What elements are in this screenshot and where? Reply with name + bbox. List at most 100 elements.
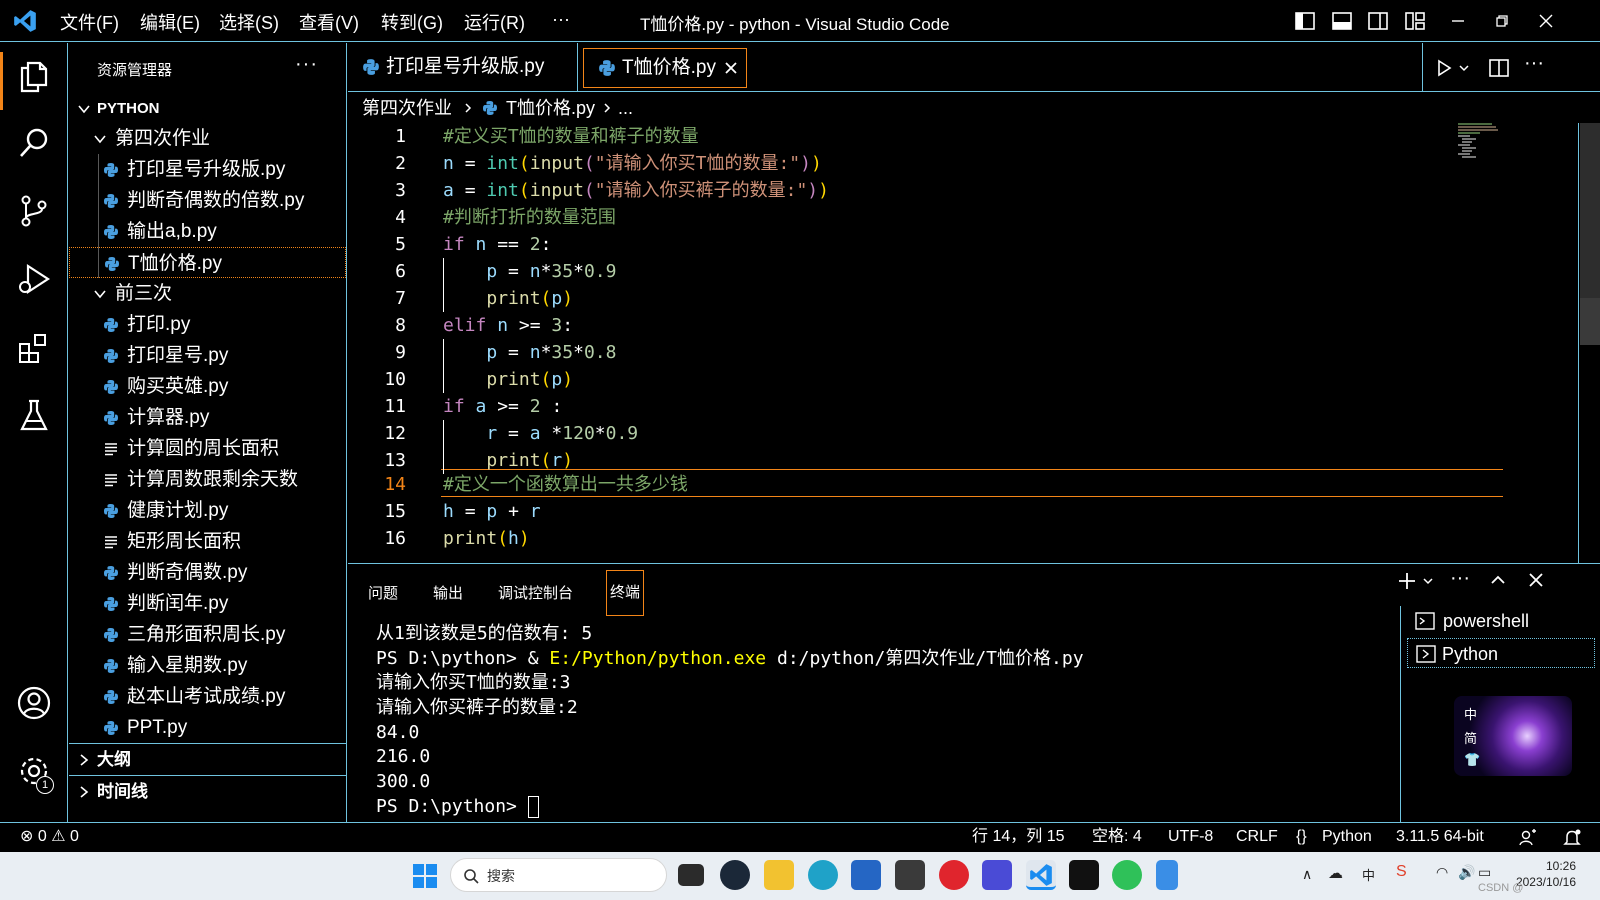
problems-indicator[interactable]: ⊗ 0 ⚠ 0	[20, 823, 79, 851]
wifi-icon[interactable]: ◠	[1436, 864, 1448, 881]
encoding[interactable]: UTF-8	[1168, 823, 1213, 851]
volume-icon[interactable]: 🔊	[1458, 864, 1475, 881]
sogou-icon[interactable]: S	[1396, 863, 1407, 881]
terminal-output[interactable]: 从1到该数是5的倍数有: 5 PS D:\python> & E:/Python…	[376, 622, 1396, 820]
explorer-icon[interactable]	[14, 55, 54, 95]
menu-selection[interactable]: 选择(S)	[219, 9, 279, 35]
tree-folder-homework4[interactable]: 第四次作业	[69, 123, 346, 154]
tree-file-item[interactable]: 赵本山考试成绩.py	[69, 681, 346, 712]
toggle-panel-icon[interactable]	[1331, 10, 1353, 32]
tree-file-item[interactable]: 计算圆的周长面积	[69, 433, 346, 464]
file-explorer-icon[interactable]	[764, 860, 794, 890]
new-terminal-icon[interactable]	[1396, 570, 1418, 592]
python-interpreter[interactable]: 3.11.5 64-bit	[1396, 823, 1484, 851]
ime-floating-widget[interactable]: 中 简 👕	[1454, 696, 1572, 776]
menu-edit[interactable]: 编辑(E)	[140, 9, 200, 35]
tree-root-python[interactable]: PYTHON	[69, 93, 346, 124]
outline-section[interactable]: 大纲	[69, 743, 346, 775]
vscode-taskbar-icon[interactable]	[1026, 860, 1056, 890]
tree-file-item[interactable]: 判断奇偶数.py	[69, 557, 346, 588]
tree-file-item[interactable]: 输入星期数.py	[69, 650, 346, 681]
end-of-line[interactable]: CRLF	[1236, 823, 1278, 851]
code-editor[interactable]: 1 2 3 4 5 6 7 8 9 10 11 12 13 14 15 16 #定义买T恤的数量和裤子的数量 …	[348, 123, 1600, 563]
steam-icon[interactable]	[720, 860, 750, 890]
netease-music-icon[interactable]	[939, 860, 969, 890]
tab-output[interactable]: 输出	[433, 580, 463, 608]
tree-file-item[interactable]: 计算器.py	[69, 402, 346, 433]
taskbar-search[interactable]: 搜索	[450, 858, 667, 892]
menu-run[interactable]: 运行(R)	[464, 9, 525, 35]
feedback-icon[interactable]	[1518, 828, 1538, 848]
customize-layout-icon[interactable]	[1404, 10, 1426, 32]
breadcrumb-more[interactable]: ...	[618, 93, 633, 123]
minimize-icon[interactable]	[1447, 10, 1469, 32]
tree-file-item[interactable]: 三角形面积周长.py	[69, 619, 346, 650]
tab-debug-console[interactable]: 调试控制台	[498, 580, 573, 608]
chevron-up-icon[interactable]: ∧	[1302, 866, 1312, 883]
task-view-icon[interactable]	[678, 864, 704, 886]
close-tab-icon[interactable]	[724, 61, 738, 75]
search-icon[interactable]	[14, 123, 54, 163]
tiktok-icon[interactable]	[1069, 860, 1099, 890]
indentation[interactable]: 空格: 4	[1092, 823, 1142, 851]
toggle-secondary-sidebar-icon[interactable]	[1367, 10, 1389, 32]
tree-file-item[interactable]: T恤价格.py	[69, 247, 346, 278]
tree-folder-first-three[interactable]: 前三次	[69, 278, 346, 309]
battery-icon[interactable]: ▭	[1478, 864, 1491, 881]
onedrive-cloud-icon[interactable]: ☁	[1328, 864, 1343, 882]
chevron-down-icon[interactable]	[1458, 62, 1470, 74]
run-debug-icon[interactable]	[14, 259, 54, 299]
edge-browser-icon[interactable]	[808, 860, 838, 890]
tree-file-item[interactable]: 打印星号升级版.py	[69, 154, 346, 185]
language-mode[interactable]: Python	[1322, 823, 1372, 851]
tree-file-item[interactable]: 判断奇偶数的倍数.py	[69, 185, 346, 216]
tree-file-item[interactable]: 判断闰年.py	[69, 588, 346, 619]
toggle-primary-sidebar-icon[interactable]	[1294, 10, 1316, 32]
terminal-item-python[interactable]: Python	[1407, 638, 1595, 668]
breadcrumb-file[interactable]: T恤价格.py	[506, 93, 595, 123]
tree-file-item[interactable]: 计算周数跟剩余天数	[69, 464, 346, 495]
run-file-icon[interactable]	[1434, 58, 1454, 78]
tree-file-item[interactable]: 矩形周长面积	[69, 526, 346, 557]
menu-go[interactable]: 转到(G)	[381, 9, 443, 35]
tab-star-upgraded[interactable]: 打印星号升级版.py	[348, 43, 578, 91]
close-panel-icon[interactable]	[1526, 570, 1546, 590]
microsoft-store-icon[interactable]	[851, 860, 881, 890]
maximize-panel-icon[interactable]	[1488, 570, 1508, 590]
editor-scrollbar[interactable]	[1578, 123, 1600, 563]
panel-more-button[interactable]: ···	[1450, 567, 1470, 590]
restore-icon[interactable]	[1491, 10, 1513, 32]
menu-more[interactable]: ···	[552, 9, 570, 30]
source-control-icon[interactable]	[14, 191, 54, 231]
unity-icon[interactable]	[895, 860, 925, 890]
accounts-icon[interactable]	[14, 683, 54, 723]
split-editor-icon[interactable]	[1488, 57, 1510, 79]
tab-terminal[interactable]: 终端	[606, 570, 645, 616]
notifications-bell-icon[interactable]	[1562, 828, 1582, 848]
notepad-icon[interactable]	[1156, 860, 1178, 890]
math-app-icon[interactable]	[982, 860, 1012, 890]
explorer-more-button[interactable]: ···	[295, 53, 318, 76]
close-window-icon[interactable]	[1535, 10, 1557, 32]
testing-icon[interactable]	[14, 395, 54, 435]
tree-file-item[interactable]: 健康计划.py	[69, 495, 346, 526]
windows-start-icon[interactable]	[412, 863, 438, 889]
cursor-position[interactable]: 行 14，列 15	[972, 823, 1065, 851]
editor-more-button[interactable]: ···	[1524, 52, 1544, 75]
ime-icon[interactable]: 中	[1362, 865, 1375, 884]
chevron-down-icon[interactable]	[1422, 575, 1434, 587]
minimap[interactable]	[1458, 123, 1508, 163]
tab-tshirt-price[interactable]: T恤价格.py	[583, 48, 747, 88]
extensions-icon[interactable]	[14, 327, 54, 367]
tree-file-item[interactable]: 输出a,b.py	[69, 216, 346, 247]
breadcrumb-folder[interactable]: 第四次作业	[362, 93, 452, 123]
menu-file[interactable]: 文件(F)	[60, 9, 119, 35]
tree-file-item[interactable]: PPT.py	[69, 712, 346, 743]
scrollbar-thumb[interactable]	[1580, 298, 1600, 345]
tree-file-item[interactable]: 打印.py	[69, 309, 346, 340]
timeline-section[interactable]: 时间线	[69, 775, 346, 807]
tree-file-item[interactable]: 打印星号.py	[69, 340, 346, 371]
wechat-icon[interactable]	[1112, 860, 1142, 890]
tree-file-item[interactable]: 购买英雄.py	[69, 371, 346, 402]
menu-view[interactable]: 查看(V)	[299, 9, 359, 35]
